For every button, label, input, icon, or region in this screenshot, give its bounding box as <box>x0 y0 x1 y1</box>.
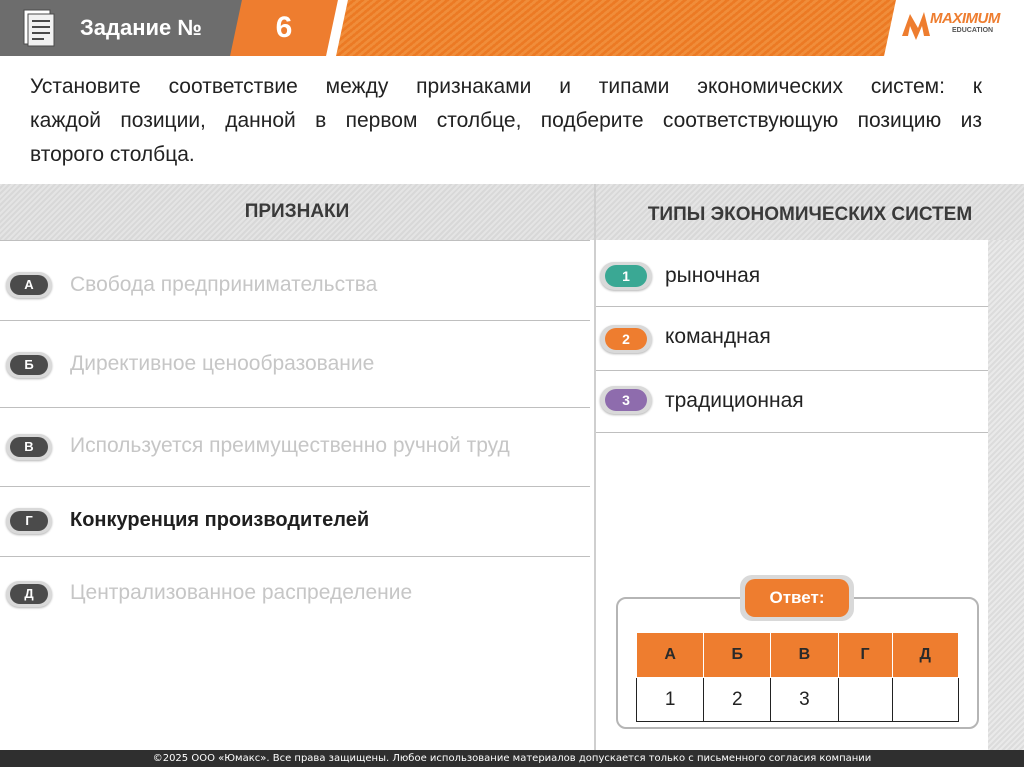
number-badge-3: 3 <box>600 386 652 414</box>
logo-text: MAXIMUM <box>930 10 1000 27</box>
answer-header-b: Б <box>703 632 772 678</box>
row-divider <box>596 370 988 371</box>
logo-subtext: EDUCATION <box>952 27 994 34</box>
answer-header-row: А Б В Г Д <box>635 632 959 678</box>
type-text-2[interactable]: командная <box>665 325 771 349</box>
types-column-title: ТИПЫ ЭКОНОМИЧЕСКИХ СИСТЕМ <box>647 204 973 225</box>
answer-header-d: Д <box>891 632 959 678</box>
answer-cell-d[interactable] <box>891 677 959 722</box>
row-divider <box>0 556 590 557</box>
column-divider <box>594 184 596 767</box>
document-icon <box>23 9 55 47</box>
instruction-line: Установите соответствие между признаками… <box>30 75 982 98</box>
right-edge-panel <box>988 240 1024 750</box>
row-divider <box>0 320 590 321</box>
answer-header-g: Г <box>837 632 893 678</box>
task-title: Задание № <box>80 15 202 40</box>
feature-text-a[interactable]: Свобода предпринимательства <box>70 273 377 297</box>
answer-label-pill: Ответ: <box>740 575 854 621</box>
row-divider <box>0 486 590 487</box>
features-column-title: ПРИЗНАКИ <box>244 201 350 222</box>
letter-badge-a: А <box>6 272 52 298</box>
task-instruction: Установите соответствие между признаками… <box>30 70 982 172</box>
answer-cell-a[interactable]: 1 <box>635 677 705 722</box>
row-divider <box>596 306 988 307</box>
number-badge-1: 1 <box>600 262 652 290</box>
answer-table: А Б В Г Д 1 2 3 <box>635 632 959 722</box>
feature-text-b[interactable]: Директивное ценообразование <box>70 352 374 376</box>
instruction-line: каждой позиции, данной в первом столбце,… <box>30 109 982 132</box>
answer-label: Ответ: <box>745 579 849 617</box>
answer-cell-b[interactable]: 2 <box>703 677 772 722</box>
answer-cell-g[interactable] <box>837 677 893 722</box>
type-text-3[interactable]: традиционная <box>665 389 804 413</box>
feature-text-g[interactable]: Конкуренция производителей <box>70 509 369 532</box>
answer-header-a: А <box>635 632 705 678</box>
row-divider <box>0 240 590 241</box>
letter-badge-b: Б <box>6 352 52 378</box>
letter-badge-v: В <box>6 434 52 460</box>
letter-badge-g: Г <box>6 508 52 534</box>
slide-header: Задание № 6 MAXIMUM EDUCATION <box>0 0 1024 60</box>
instruction-line: второго столбца. <box>30 143 195 166</box>
answer-cell-v[interactable]: 3 <box>770 677 839 722</box>
type-text-1[interactable]: рыночная <box>665 264 760 288</box>
row-divider <box>596 432 988 433</box>
answer-value-row: 1 2 3 <box>635 677 959 722</box>
row-divider <box>0 407 590 408</box>
answer-header-v: В <box>770 632 839 678</box>
feature-text-v[interactable]: Используется преимущественно ручной труд <box>70 434 510 458</box>
header-stripe <box>336 0 896 56</box>
task-number: 6 <box>275 11 293 44</box>
number-badge-2: 2 <box>600 325 652 353</box>
feature-text-d[interactable]: Централизованное распределение <box>70 581 412 605</box>
copyright-footer: ©2025 ООО «Юмакс». Все права защищены. Л… <box>0 750 1024 767</box>
letter-badge-d: Д <box>6 581 52 607</box>
